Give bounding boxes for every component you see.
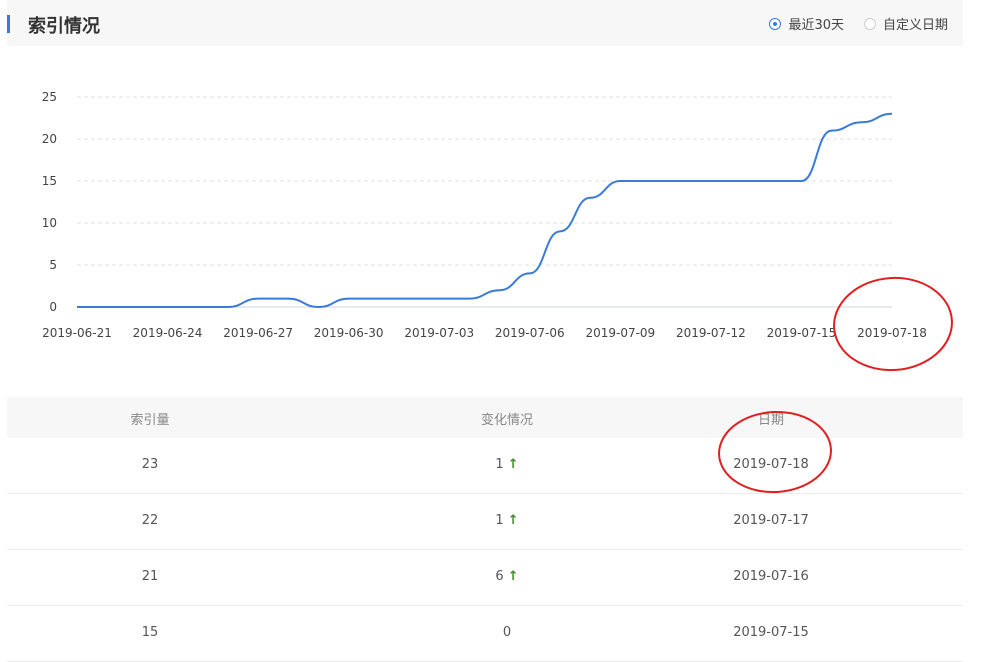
cell-change-value: 6 bbox=[495, 569, 504, 584]
table-row: 22 1 ↑ 2019-07-17 bbox=[7, 494, 963, 550]
cell-date: 2019-07-16 bbox=[733, 569, 809, 584]
cell-count: 21 bbox=[141, 569, 159, 584]
radio-label-last-30-days: 最近30天 bbox=[788, 18, 844, 33]
arrow-up-icon: ↑ bbox=[507, 513, 519, 528]
radio-label-custom-date: 自定义日期 bbox=[882, 18, 948, 33]
x-tick-label: 2019-06-30 bbox=[314, 326, 384, 340]
cell-date: 2019-07-17 bbox=[733, 513, 809, 528]
y-tick-label: 10 bbox=[42, 216, 57, 230]
y-tick-label: 15 bbox=[42, 174, 57, 188]
cell-count: 22 bbox=[141, 513, 159, 528]
cell-change: 1 ↑ bbox=[495, 457, 518, 472]
y-tick-label: 25 bbox=[42, 90, 57, 104]
x-tick-label: 2019-07-12 bbox=[676, 326, 746, 340]
table-row: 15 0 2019-07-15 bbox=[7, 606, 963, 662]
title-accent-bar bbox=[7, 15, 10, 33]
x-tick-label: 2019-07-03 bbox=[404, 326, 474, 340]
panel-header: 索引情况 最近30天 自定义日期 bbox=[7, 0, 963, 46]
annotation-circle-chart bbox=[833, 276, 953, 372]
x-tick-label: 2019-07-09 bbox=[585, 326, 655, 340]
table-row: 21 6 ↑ 2019-07-16 bbox=[7, 550, 963, 606]
radio-checked-icon[interactable] bbox=[769, 17, 782, 30]
cell-change: 1 ↑ bbox=[495, 513, 518, 528]
cell-count: 23 bbox=[141, 457, 159, 472]
panel-title: 索引情况 bbox=[28, 16, 100, 37]
radio-unchecked-icon[interactable] bbox=[863, 17, 876, 30]
cell-change-value: 1 bbox=[495, 457, 504, 472]
header-count: 索引量 bbox=[130, 413, 170, 428]
arrow-up-icon: ↑ bbox=[507, 457, 519, 472]
header-change: 变化情况 bbox=[480, 413, 534, 428]
x-tick-label: 2019-06-24 bbox=[133, 326, 203, 340]
annotation-circle-table bbox=[718, 410, 832, 494]
y-tick-label: 20 bbox=[42, 132, 57, 146]
x-tick-label: 2019-06-21 bbox=[42, 326, 112, 340]
cell-date: 2019-07-15 bbox=[733, 625, 809, 640]
x-tick-label: 2019-07-15 bbox=[767, 326, 837, 340]
radio-last-30-days[interactable]: 最近30天 bbox=[769, 14, 844, 33]
y-tick-label: 5 bbox=[49, 258, 57, 272]
series-line-index bbox=[76, 112, 893, 309]
y-tick-label: 0 bbox=[49, 300, 57, 314]
x-tick-label: 2019-06-27 bbox=[223, 326, 293, 340]
cell-change-value: 1 bbox=[495, 513, 504, 528]
x-tick-label: 2019-07-06 bbox=[495, 326, 565, 340]
radio-custom-date[interactable]: 自定义日期 bbox=[863, 14, 948, 33]
date-range-radio-group: 最近30天 自定义日期 bbox=[749, 14, 948, 33]
cell-change: 0 bbox=[503, 625, 511, 640]
cell-change-value: 0 bbox=[502, 625, 512, 640]
cell-count: 15 bbox=[141, 625, 159, 640]
cell-change: 6 ↑ bbox=[495, 569, 518, 584]
arrow-up-icon: ↑ bbox=[507, 569, 519, 584]
